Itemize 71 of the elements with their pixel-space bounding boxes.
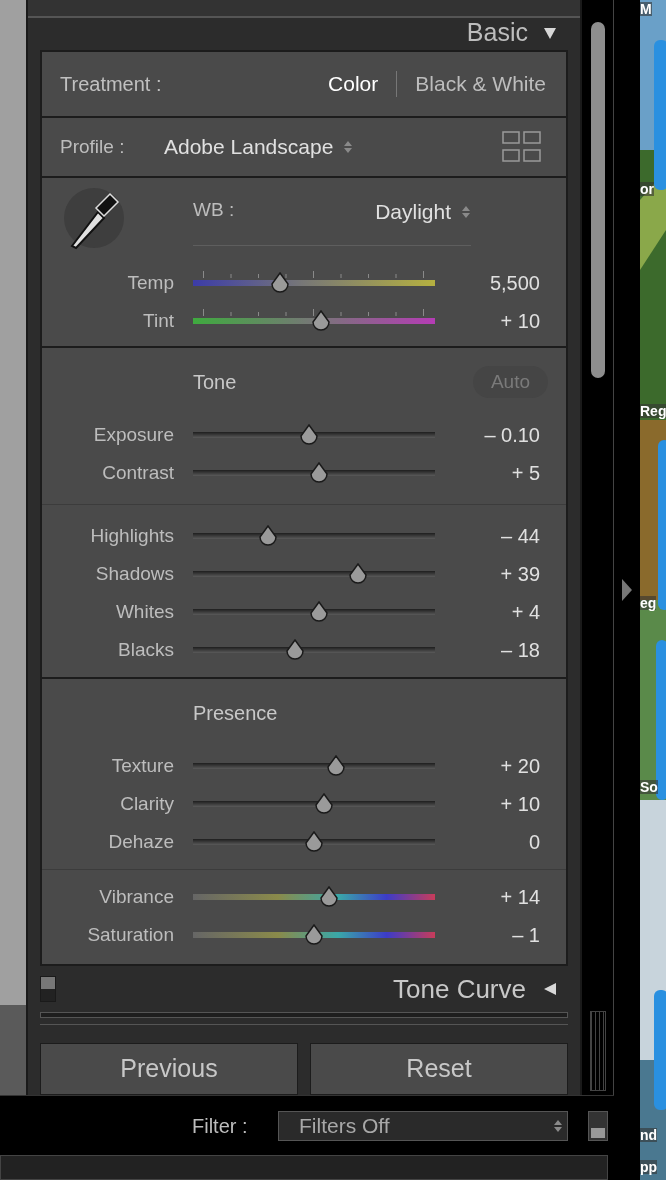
filter-dropdown[interactable]: Filters Off — [278, 1110, 568, 1141]
panel-button[interactable]: Reset — [310, 1043, 568, 1095]
slider-label: Temp — [126, 270, 174, 295]
lock-switch[interactable] — [588, 1110, 608, 1141]
slider-value[interactable]: + 10 — [435, 789, 566, 819]
slider-label: Highlights — [89, 523, 174, 548]
slider-label: Vibrance — [98, 884, 174, 909]
slider-thumb[interactable] — [307, 601, 330, 623]
slider-thumb[interactable] — [312, 793, 335, 815]
section-title: Presence — [193, 701, 278, 726]
edge-label: Reg — [640, 404, 666, 418]
slider-thumb[interactable] — [317, 886, 340, 908]
slider-label: Shadows — [94, 561, 174, 586]
panel-title[interactable]: Tone Curve — [393, 969, 526, 1009]
profile-label: Profile : — [60, 134, 126, 159]
grid-icon[interactable] — [502, 131, 542, 163]
treatment-option[interactable]: Color — [328, 68, 379, 100]
slider-value[interactable]: + 5 — [435, 458, 566, 488]
slider-value[interactable]: + 4 — [435, 597, 566, 627]
treatment-label: Treatment : — [60, 72, 163, 97]
slider-value[interactable]: + 20 — [435, 751, 566, 781]
slider-value[interactable]: + 39 — [435, 559, 566, 589]
resize-grip[interactable] — [589, 1011, 606, 1091]
slider-thumb[interactable] — [283, 639, 306, 661]
slider-label: Exposure — [92, 422, 174, 447]
slider-label: Whites — [114, 599, 174, 624]
slider-thumb[interactable] — [303, 924, 325, 946]
wb-label: WB : — [193, 198, 236, 222]
treatment-option[interactable]: Black & White — [415, 68, 546, 100]
slider-thumb[interactable] — [298, 424, 321, 446]
edge-label: M — [640, 2, 652, 16]
slider-thumb[interactable] — [346, 563, 369, 585]
slider-value[interactable]: 0 — [435, 827, 566, 857]
slider-label: Clarity — [119, 791, 174, 816]
slider-thumb[interactable] — [307, 462, 330, 484]
edge-label: nd — [640, 1128, 658, 1142]
slider-label: Blacks — [117, 637, 174, 662]
panel-button[interactable]: Previous — [40, 1043, 298, 1095]
edge-label: pp — [640, 1160, 658, 1174]
slider-thumb[interactable] — [303, 831, 325, 853]
wb-dropdown[interactable]: Daylight — [375, 196, 471, 228]
scrollbar-thumb[interactable] — [590, 22, 605, 378]
panel-switch[interactable] — [40, 976, 56, 1003]
slider-thumb[interactable] — [310, 310, 333, 332]
filter-label: Filter : — [192, 1113, 249, 1139]
slider-value[interactable]: – 0.10 — [435, 420, 566, 450]
disclosure-triangle-icon[interactable] — [542, 25, 558, 41]
slider-thumb[interactable] — [257, 525, 279, 547]
slider-label: Saturation — [86, 922, 174, 947]
slider-value[interactable]: 5,500 — [435, 268, 566, 298]
expand-arrow-icon[interactable] — [621, 578, 633, 602]
profile-dropdown[interactable]: Adobe Landscape — [164, 131, 354, 163]
slider-label: Dehaze — [107, 829, 174, 854]
edge-label: or — [640, 182, 654, 196]
slider-label: Texture — [110, 753, 174, 778]
slider-value[interactable]: – 1 — [435, 920, 566, 950]
slider-label: Contrast — [101, 460, 174, 485]
updown-arrow-icon — [343, 139, 354, 155]
slider-label: Tint — [142, 308, 174, 333]
slider-value[interactable]: – 44 — [435, 521, 566, 551]
panel-title[interactable]: Basic — [466, 14, 528, 52]
section-title: Tone — [193, 370, 238, 395]
eyedropper-icon[interactable] — [62, 186, 126, 250]
slider-thumb[interactable] — [269, 272, 292, 294]
edge-label: So — [640, 780, 658, 794]
slider-thumb[interactable] — [324, 755, 347, 777]
edge-label: eg — [640, 596, 657, 610]
slider-value[interactable]: + 10 — [435, 306, 566, 336]
disclosure-triangle-icon[interactable] — [542, 981, 558, 998]
slider-value[interactable]: + 14 — [435, 882, 566, 912]
slider-value[interactable]: – 18 — [435, 635, 566, 665]
